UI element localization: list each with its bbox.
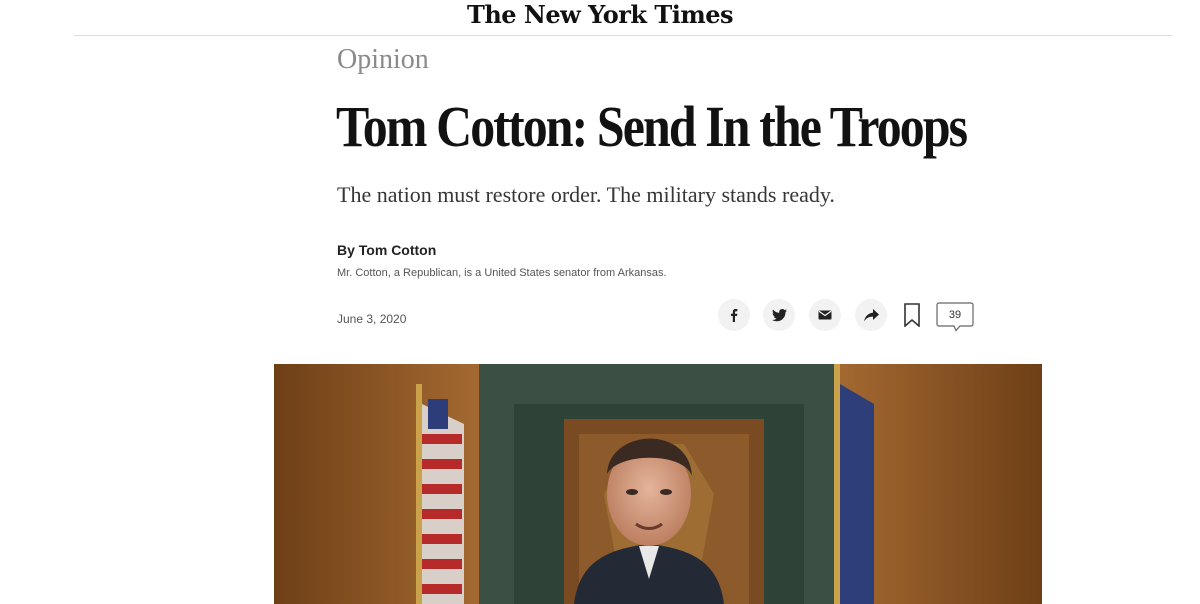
masthead-divider [74, 35, 1172, 36]
share-tools: 39 [718, 299, 978, 333]
facebook-icon [731, 309, 738, 322]
lead-photo-image [274, 364, 1042, 604]
comments-button[interactable]: 39 [936, 302, 974, 332]
more-share-button[interactable] [855, 299, 887, 331]
article-byline[interactable]: By Tom Cotton [337, 241, 436, 259]
author-bio: Mr. Cotton, a Republican, is a United St… [337, 267, 667, 279]
email-share-button[interactable] [809, 299, 841, 331]
section-kicker[interactable]: Opinion [337, 42, 429, 78]
lead-photo[interactable] [274, 364, 1042, 604]
save-button[interactable] [900, 299, 924, 331]
share-icon [863, 308, 879, 321]
facebook-share-button[interactable] [718, 299, 750, 331]
bookmark-icon [904, 303, 920, 327]
article-summary: The nation must restore order. The milit… [337, 182, 835, 207]
twitter-icon [771, 308, 787, 321]
publish-date: June 3, 2020 [337, 312, 407, 326]
nyt-logo[interactable]: The New York Times [0, 0, 1200, 30]
twitter-share-button[interactable] [763, 299, 795, 331]
article-headline: Tom Cotton: Send In the Troops [336, 94, 968, 159]
email-icon [818, 310, 832, 320]
comments-count: 39 [948, 309, 962, 321]
masthead: The New York Times [0, 0, 1200, 36]
